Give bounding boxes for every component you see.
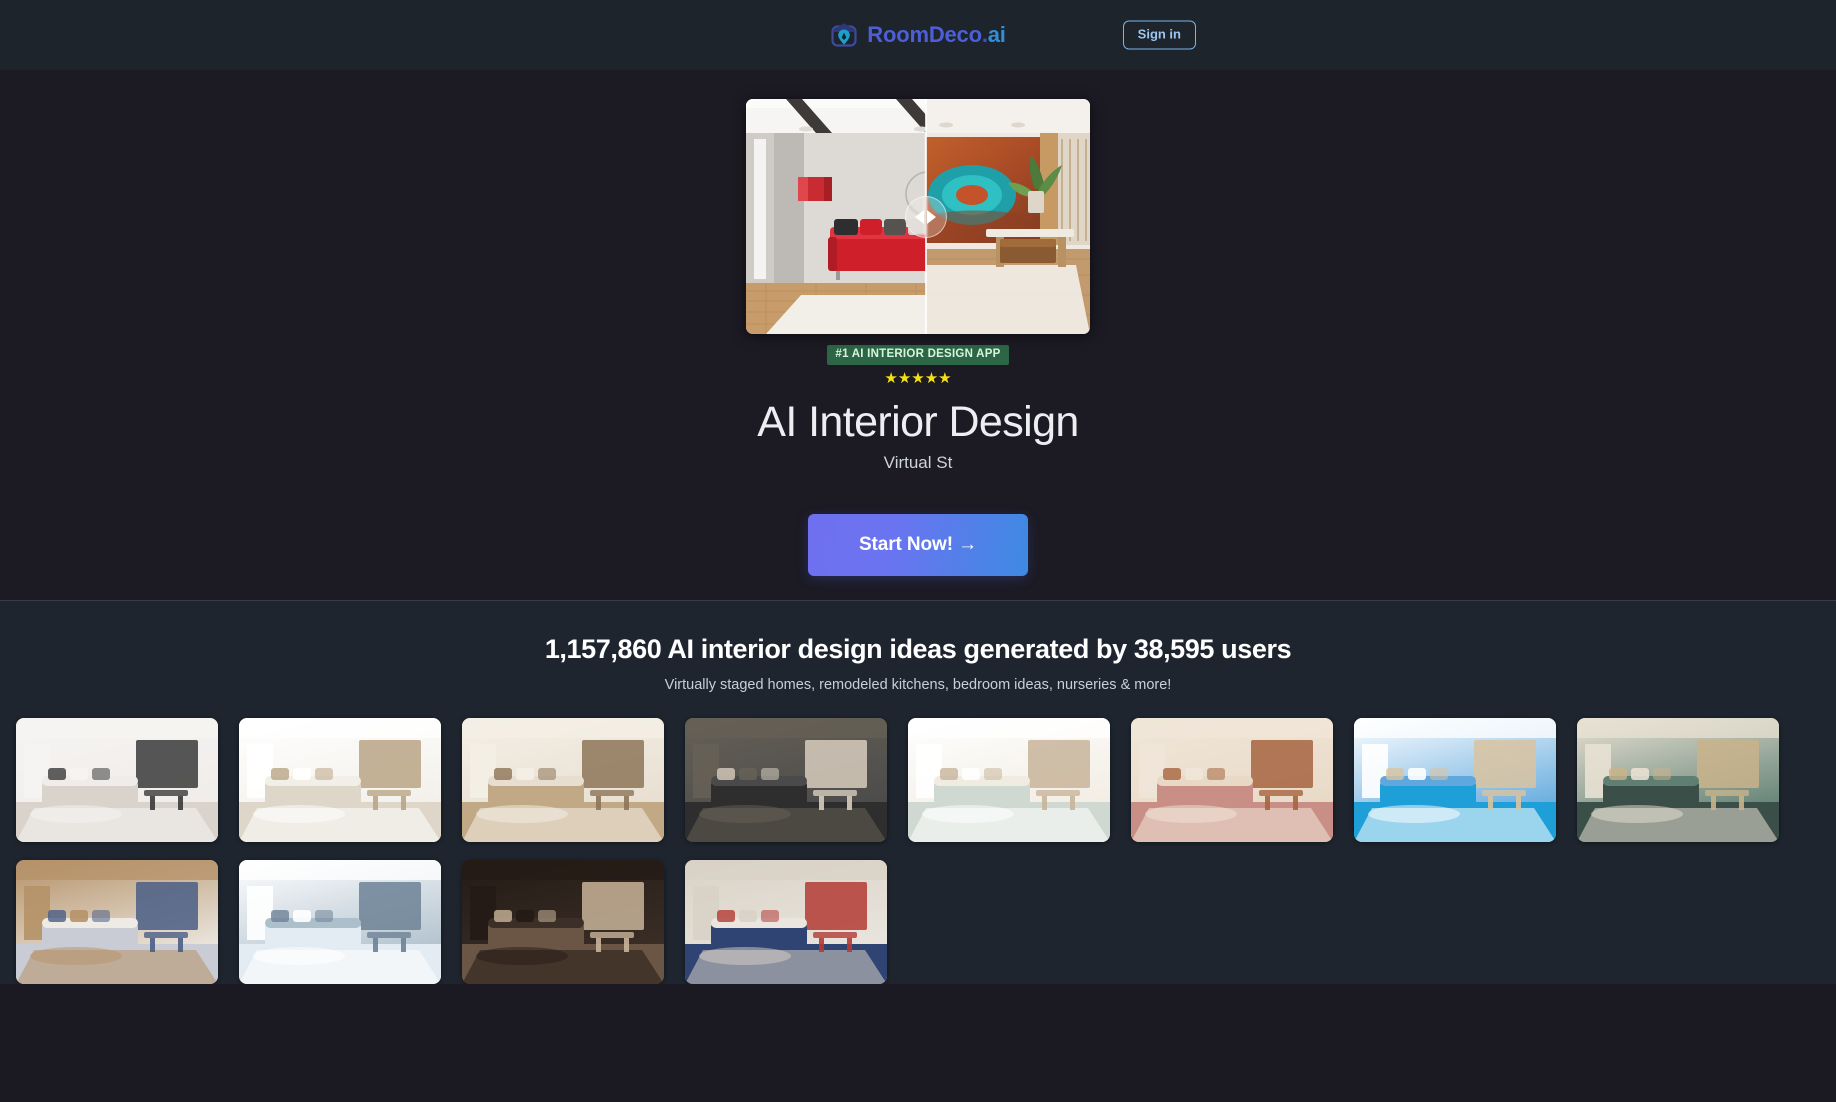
- before-after-slider[interactable]: [746, 99, 1090, 334]
- stats-title: 1,157,860 AI interior design ideas gener…: [544, 634, 1292, 665]
- gallery-thumbnail[interactable]: [1354, 718, 1556, 843]
- gallery-thumbnail[interactable]: [239, 860, 441, 985]
- gallery-thumbnail[interactable]: [462, 718, 664, 843]
- arrow-left-icon: [915, 209, 925, 224]
- brand-name-ai: ai: [987, 22, 1006, 47]
- page-subtitle: Virtual St: [883, 452, 953, 472]
- stats-subtitle: Virtually staged homes, remodeled kitche…: [664, 676, 1172, 693]
- brand-logo[interactable]: RoomDeco.ai: [830, 21, 1006, 49]
- gallery-thumbnail[interactable]: [1577, 718, 1779, 843]
- page-title: AI Interior Design: [757, 397, 1079, 446]
- gallery-thumbnail[interactable]: [462, 860, 664, 985]
- house-pin-icon: [830, 21, 858, 49]
- arrow-right-icon: [927, 209, 937, 224]
- gallery-thumbnail[interactable]: [1131, 718, 1333, 843]
- brand-name: RoomDeco.ai: [867, 22, 1006, 47]
- gallery-thumbnail[interactable]: [16, 718, 218, 843]
- showcase-section: 1,157,860 AI interior design ideas gener…: [0, 601, 1836, 985]
- left-right-arrows-icon[interactable]: [904, 195, 947, 238]
- gallery-thumbnail[interactable]: [239, 718, 441, 843]
- rating-stars: ★★★★★: [884, 369, 952, 387]
- hero-section: #1 AI INTERIOR DESIGN APP ★★★★★ AI Inter…: [0, 70, 1836, 602]
- brand-name-main: RoomDeco: [867, 22, 982, 47]
- gallery-grid: [0, 718, 1836, 985]
- after-image: [925, 99, 1090, 334]
- site-header: RoomDeco.ai Sign in: [0, 0, 1836, 70]
- start-now-button[interactable]: Start Now! →: [808, 514, 1028, 577]
- gallery-thumbnail[interactable]: [685, 860, 887, 985]
- gallery-thumbnail[interactable]: [908, 718, 1110, 843]
- sign-in-button[interactable]: Sign in: [1122, 20, 1196, 50]
- gallery-thumbnail[interactable]: [16, 860, 218, 985]
- gallery-thumbnail[interactable]: [685, 718, 887, 843]
- status-badge: #1 AI INTERIOR DESIGN APP: [827, 345, 1009, 365]
